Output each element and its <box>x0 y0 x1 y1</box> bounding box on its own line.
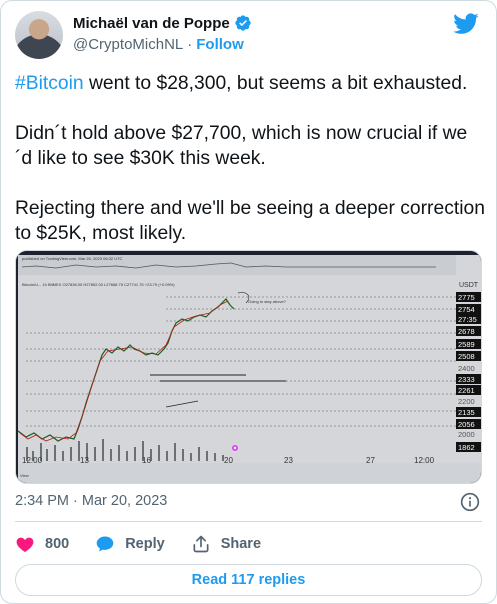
verified-badge-icon <box>235 15 251 31</box>
tweet-line-1-rest: went to $28,300, but seems a bit exhaust… <box>83 73 468 94</box>
like-button[interactable]: 800 <box>15 534 69 554</box>
price-label: 2056 <box>458 420 475 429</box>
tweet-card: Michaël van de Poppe @CryptoMichNL · Fol… <box>0 0 497 604</box>
x-axis-label: 16 <box>142 456 151 465</box>
tweet-timestamp[interactable]: 2:34 PM · Mar 20, 2023 <box>15 493 167 509</box>
author-name-row: Michaël van de Poppe <box>73 14 252 32</box>
tweet-text: #Bitcoin went to $28,300, but seems a bi… <box>15 71 487 271</box>
x-axis-label: 27 <box>366 456 375 465</box>
price-label: 2200 <box>458 397 475 406</box>
chart-header-text: published on TradingView.com, Mar 20, 20… <box>22 256 123 261</box>
price-label: 2508 <box>458 352 475 361</box>
heart-icon <box>16 537 34 552</box>
author-name[interactable]: Michaël van de Poppe <box>73 15 230 32</box>
price-label: 2400 <box>458 364 475 373</box>
handle-row: @CryptoMichNL · Follow <box>73 36 244 53</box>
price-label: 2754 <box>458 305 475 314</box>
hashtag-link[interactable]: #Bitcoin <box>15 73 84 94</box>
chart-footer-text: View <box>20 473 29 478</box>
author-handle[interactable]: @CryptoMichNL <box>73 36 183 53</box>
reply-button[interactable]: Reply <box>95 534 165 554</box>
info-icon[interactable] <box>460 492 480 512</box>
price-label: 2678 <box>458 327 475 336</box>
price-label: 2333 <box>458 375 475 384</box>
like-count: 800 <box>45 536 70 552</box>
price-label: 2000 <box>458 430 475 439</box>
chart-annotation: Going to stay above? <box>248 299 287 304</box>
chart-image[interactable]: published on TradingView.com, Mar 20, 20… <box>15 250 482 484</box>
price-label: 27:35 <box>458 315 477 324</box>
share-button[interactable]: Share <box>191 534 261 554</box>
follow-button[interactable]: Follow <box>196 36 244 53</box>
twitter-bird-icon[interactable] <box>453 13 479 35</box>
read-replies-button[interactable]: Read 117 replies <box>15 564 482 596</box>
price-label: 2775 <box>458 293 475 302</box>
price-label: 1862 <box>458 443 475 452</box>
chart-symbol-text: Bitcoin/U... 1h BitMEX O27836.00 H27892.… <box>22 282 175 287</box>
tradingview-chart: published on TradingView.com, Mar 20, 20… <box>16 251 481 483</box>
reply-icon <box>96 536 114 552</box>
x-axis-label: 12:00 <box>414 456 435 465</box>
reply-label: Reply <box>125 536 165 552</box>
tweet-header: Michaël van de Poppe @CryptoMichNL · Fol… <box>15 11 485 59</box>
tweet-paragraph-3: Rejecting there and we'll be seeing a de… <box>15 198 485 244</box>
chart-currency: USDT <box>459 282 479 289</box>
x-axis-label: 12:00 <box>22 456 43 465</box>
avatar[interactable] <box>15 11 63 59</box>
share-icon <box>193 535 209 553</box>
action-bar: 800 Reply Share <box>15 531 287 557</box>
price-label: 2135 <box>458 408 475 417</box>
tweet-paragraph-2: Didn´t hold above $27,700, which is now … <box>15 123 468 169</box>
price-label: 2589 <box>458 340 475 349</box>
handle-separator: · <box>187 36 193 53</box>
price-label: 2261 <box>458 386 475 395</box>
divider <box>15 521 482 522</box>
share-label: Share <box>220 536 262 552</box>
x-axis-label: 13 <box>80 456 89 465</box>
x-axis-label: 23 <box>284 456 293 465</box>
x-axis-label: 20 <box>224 456 233 465</box>
tweet-paragraph-1: #Bitcoin went to $28,300, but seems a bi… <box>15 71 487 96</box>
